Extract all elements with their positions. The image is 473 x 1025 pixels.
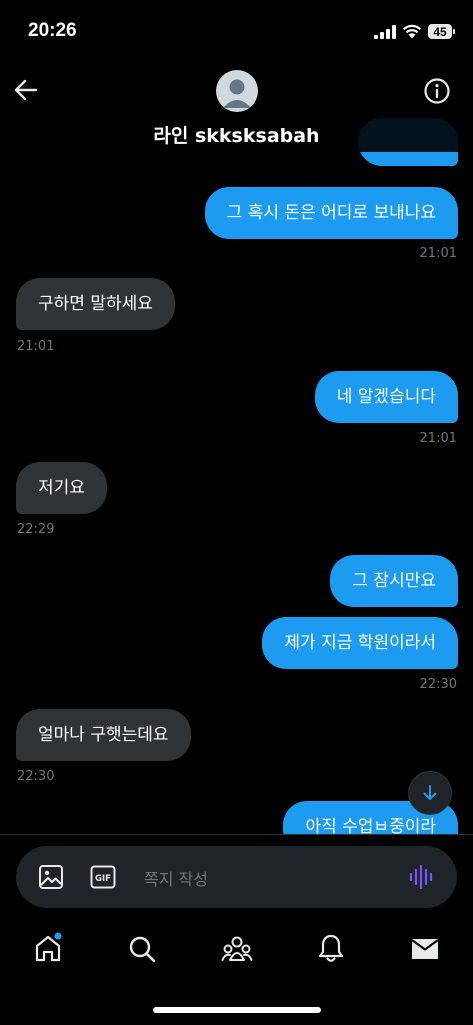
contact-name[interactable]: 라인 skksksabah (0, 121, 473, 148)
arrow-left-icon (14, 79, 38, 101)
add-gif-button[interactable]: GIF (90, 865, 116, 889)
tab-messages[interactable] (410, 932, 440, 964)
received-message[interactable]: 구하면 말하세요 (16, 278, 175, 330)
gif-icon: GIF (90, 865, 116, 889)
avatar[interactable] (216, 70, 258, 112)
default-avatar-icon (223, 79, 251, 108)
message-timestamp: 21:01 (419, 246, 457, 261)
home-indicator (153, 1007, 321, 1013)
tab-search[interactable] (127, 932, 157, 964)
sent-message[interactable]: 네 알겠습니다 (314, 371, 458, 423)
tab-notifications[interactable] (316, 932, 346, 964)
scroll-to-bottom-button[interactable] (408, 771, 452, 815)
message-input[interactable]: 쪽지 작성 (144, 866, 208, 890)
add-image-button[interactable] (38, 864, 64, 890)
tab-home[interactable] (33, 932, 63, 964)
message-timestamp: 22:30 (419, 677, 457, 692)
battery-level: 45 (428, 24, 452, 39)
bell-icon (318, 934, 344, 962)
message-timestamp: 22:29 (17, 522, 55, 537)
sent-message[interactable]: 그 혹시 돈은 어디로 보내나요 (204, 187, 458, 239)
sent-message[interactable]: 그 잠시만요 (330, 555, 458, 607)
voice-waveform-icon (409, 864, 433, 890)
sent-message[interactable]: 제가 지금 학원이라서 (262, 617, 458, 669)
info-icon (424, 78, 450, 104)
wifi-icon (403, 24, 421, 39)
search-icon (129, 936, 156, 963)
arrow-down-icon (423, 785, 437, 800)
composer-bar[interactable] (16, 846, 457, 908)
received-message[interactable]: 저기요 (16, 462, 107, 514)
image-icon (39, 865, 63, 889)
home-icon (35, 932, 62, 962)
back-button[interactable] (12, 76, 40, 104)
communities-icon (221, 936, 253, 961)
signal-icon (374, 24, 396, 39)
mail-icon (411, 939, 439, 959)
info-button[interactable] (423, 77, 451, 105)
voice-message-button[interactable] (408, 864, 436, 890)
received-message[interactable]: 얼마나 구햇는데요 (16, 709, 191, 761)
status-bar: 20:26 45 (0, 0, 473, 64)
status-time: 20:26 (28, 20, 77, 41)
message-timestamp: 21:01 (419, 431, 457, 446)
message-timestamp: 21:01 (17, 339, 55, 354)
status-icons: 45 (374, 24, 455, 39)
message-timestamp: 22:30 (17, 769, 55, 784)
battery-icon: 45 (428, 24, 455, 39)
gif-label: GIF (95, 874, 111, 884)
tab-communities[interactable] (221, 932, 253, 964)
